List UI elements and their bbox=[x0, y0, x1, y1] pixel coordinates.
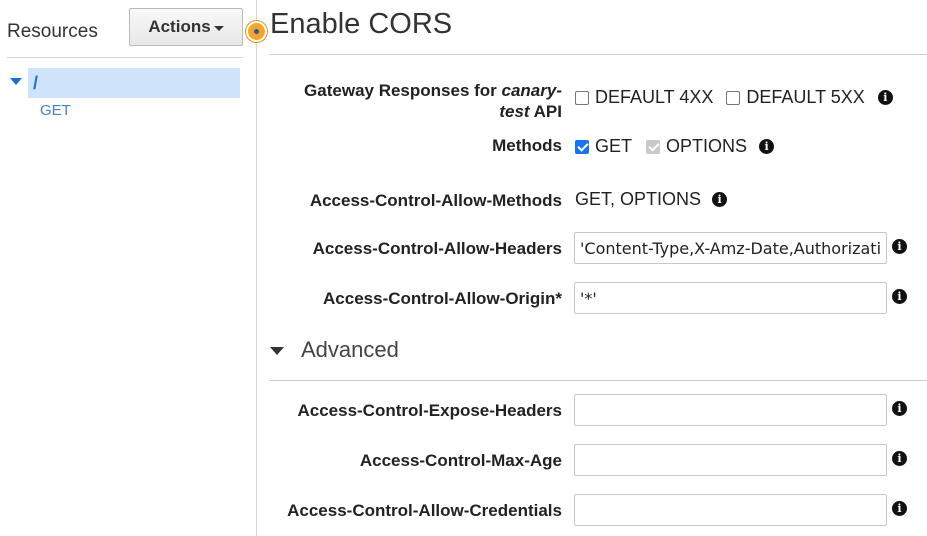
allow-methods-value-row: GET, OPTIONS i bbox=[575, 189, 728, 210]
tree-item-root[interactable]: / bbox=[28, 68, 240, 98]
advanced-divider bbox=[269, 380, 927, 381]
default-5xx-checkbox[interactable] bbox=[726, 90, 741, 105]
actions-label: Actions bbox=[148, 17, 211, 36]
info-icon[interactable]: i bbox=[892, 451, 907, 466]
allow-credentials-label: Access-Control-Allow-Credentials bbox=[287, 501, 562, 520]
default-5xx-label: DEFAULT 5XX bbox=[746, 87, 865, 107]
resources-title: Resources bbox=[7, 21, 98, 42]
default-4xx-label: DEFAULT 4XX bbox=[595, 87, 714, 107]
allow-origin-label: Access-Control-Allow-Origin* bbox=[323, 289, 562, 308]
info-icon[interactable]: i bbox=[759, 139, 775, 154]
expose-headers-input[interactable] bbox=[574, 394, 887, 426]
info-icon[interactable]: i bbox=[892, 501, 907, 516]
advanced-collapse-icon[interactable] bbox=[270, 347, 284, 355]
tree-collapse-icon[interactable] bbox=[10, 78, 22, 85]
allow-headers-label: Access-Control-Allow-Headers bbox=[312, 239, 562, 258]
expose-headers-label: Access-Control-Expose-Headers bbox=[297, 401, 562, 420]
allow-origin-input[interactable] bbox=[574, 282, 887, 314]
info-icon[interactable]: i bbox=[892, 401, 907, 416]
info-icon[interactable]: i bbox=[892, 289, 907, 304]
panel-divider bbox=[7, 57, 243, 58]
gateway-responses-label: Gateway Responses for canary- test API bbox=[304, 81, 562, 121]
tree-item-label: / bbox=[33, 72, 39, 93]
caret-down-icon bbox=[213, 25, 224, 31]
gateway-responses-options: DEFAULT 4XX DEFAULT 5XX i bbox=[575, 87, 893, 108]
info-icon[interactable]: i bbox=[712, 192, 728, 207]
advanced-toggle[interactable]: Advanced bbox=[301, 337, 399, 363]
tree-item-get[interactable]: GET bbox=[40, 102, 71, 119]
max-age-input[interactable] bbox=[574, 444, 887, 476]
page-title: Enable CORS bbox=[270, 8, 453, 40]
method-options-label: OPTIONS bbox=[666, 136, 748, 156]
method-get-checkbox[interactable] bbox=[575, 139, 589, 154]
method-options-checkbox bbox=[646, 139, 661, 154]
default-4xx-checkbox[interactable] bbox=[575, 90, 589, 105]
allow-credentials-input[interactable] bbox=[574, 494, 887, 526]
panel-resize-handle[interactable] bbox=[246, 21, 267, 42]
info-icon[interactable]: i bbox=[877, 90, 893, 105]
methods-label: Methods bbox=[492, 136, 562, 155]
max-age-label: Access-Control-Max-Age bbox=[359, 451, 562, 470]
title-divider bbox=[269, 54, 927, 55]
allow-headers-input[interactable] bbox=[574, 232, 887, 264]
methods-options: GET OPTIONS i bbox=[575, 136, 775, 157]
allow-methods-label: Access-Control-Allow-Methods bbox=[309, 191, 562, 210]
info-icon[interactable]: i bbox=[892, 239, 907, 254]
actions-button[interactable]: Actions bbox=[129, 8, 243, 46]
resources-panel: Resources Actions / GET bbox=[0, 0, 257, 536]
allow-methods-value: GET, OPTIONS bbox=[575, 189, 702, 209]
method-get-label: GET bbox=[595, 136, 633, 156]
